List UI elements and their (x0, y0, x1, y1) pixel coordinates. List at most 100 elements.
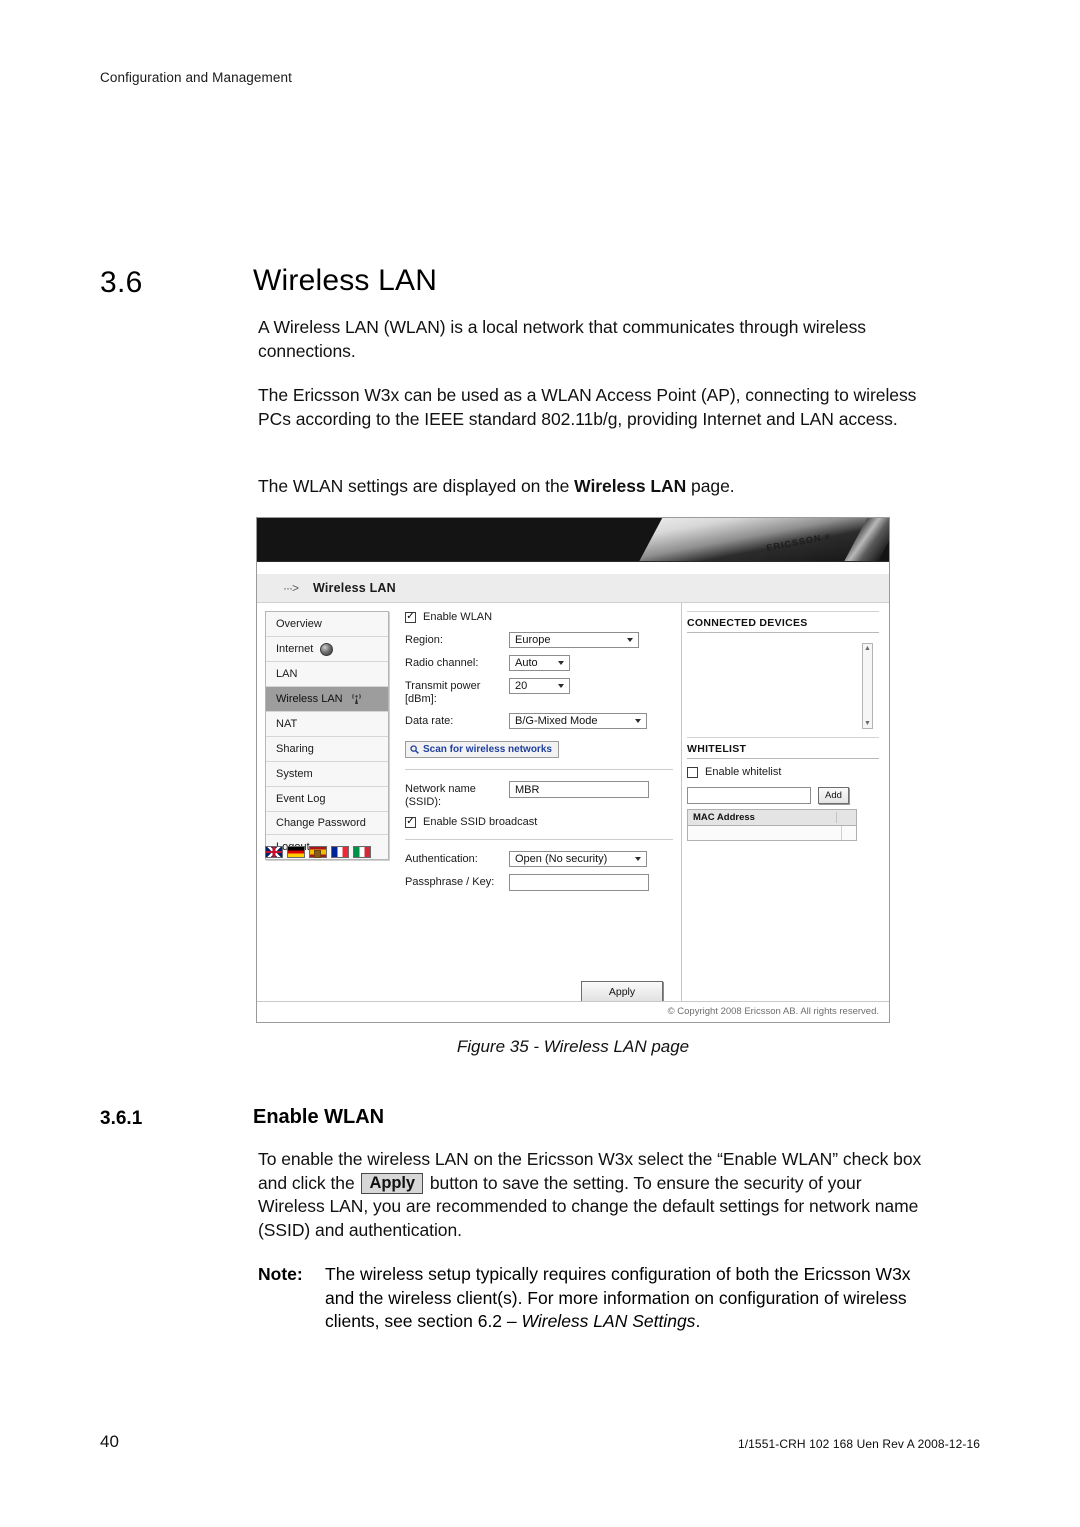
mac-address-column-label: MAC Address (693, 812, 755, 823)
sidebar-item-change-password[interactable]: Change Password (266, 812, 388, 835)
apply-button-label: Apply (608, 985, 636, 998)
router-ui-body: Overview Internet LAN Wireless LAN NAT S… (257, 603, 889, 1022)
authentication-select[interactable]: Open (No security) (509, 851, 647, 867)
radio-channel-select[interactable]: Auto (509, 655, 570, 671)
sidebar-item-label: Overview (276, 618, 322, 630)
transmit-power-row: Transmit power [dBm]: 20 (405, 678, 673, 706)
table-cell-mac (688, 826, 842, 840)
connected-devices-list: ▲ ▼ (687, 637, 879, 737)
note-block: Note: The wireless setup typically requi… (258, 1263, 930, 1334)
sidebar-item-wireless-lan[interactable]: Wireless LAN (266, 687, 388, 712)
add-button-label: Add (825, 790, 842, 801)
flag-spain-icon[interactable] (309, 846, 327, 858)
router-page-title: Wireless LAN (313, 581, 396, 595)
panel-divider (681, 603, 682, 1022)
figure-wireless-lan-page: ERICSSON ≡ ···> Wireless LAN Overview Int… (256, 517, 890, 1023)
scroll-down-icon[interactable]: ▼ (864, 719, 871, 728)
sidebar-item-label: Wireless LAN (276, 693, 343, 705)
sidebar-item-nat[interactable]: NAT (266, 712, 388, 737)
intro-paragraph-1: A Wireless LAN (WLAN) is a local network… (258, 317, 866, 361)
form-divider-1 (405, 769, 673, 770)
mac-address-input[interactable] (687, 787, 811, 804)
subsection-title: Enable WLAN (253, 1106, 385, 1128)
whitelist-title: WHITELIST (687, 737, 879, 759)
flag-germany-icon[interactable] (287, 846, 305, 858)
paragraph3-prefix: The WLAN settings are displayed on the (258, 476, 575, 496)
router-copyright: © Copyright 2008 Ericsson AB. All rights… (257, 1001, 889, 1022)
region-value: Europe (515, 634, 551, 646)
enable-wlan-row[interactable]: ✓ Enable WLAN (405, 611, 673, 623)
flag-france-icon[interactable] (331, 846, 349, 858)
enable-ssid-broadcast-checkbox[interactable]: ✓ (405, 816, 416, 828)
search-icon (410, 745, 419, 754)
passphrase-label: Passphrase / Key: (405, 876, 495, 888)
ssid-broadcast-row[interactable]: ✓ Enable SSID broadcast (405, 816, 673, 828)
data-rate-label: Data rate: (405, 715, 454, 727)
connected-devices-scrollbar[interactable]: ▲ ▼ (862, 643, 873, 729)
router-ui-banner: ERICSSON ≡ (257, 518, 889, 562)
data-rate-row: Data rate: B/G-Mixed Mode (405, 713, 673, 729)
enable-whitelist-checkbox[interactable] (687, 766, 698, 778)
sidebar-item-lan[interactable]: LAN (266, 662, 388, 687)
region-label: Region: (405, 634, 443, 646)
radio-channel-row: Radio channel: Auto (405, 655, 673, 671)
right-panels: CONNECTED DEVICES ▲ ▼ WHITELIST Enable w… (687, 611, 879, 841)
sidebar-item-label: Internet (276, 643, 314, 655)
chevron-down-icon (635, 857, 641, 861)
passphrase-input[interactable] (509, 874, 649, 891)
ssid-row: Network name (SSID): MBR (405, 781, 673, 809)
sidebar-item-sharing[interactable]: Sharing (266, 737, 388, 762)
figure-caption: Figure 35 - Wireless LAN page (456, 1037, 690, 1056)
scan-button-label: Scan for wireless networks (423, 744, 552, 755)
data-rate-select[interactable]: B/G-Mixed Mode (509, 713, 647, 729)
subsection-body: To enable the wireless LAN on the Ericss… (258, 1148, 930, 1242)
running-header: Configuration and Management (100, 70, 292, 85)
paragraph3-bold: Wireless LAN (574, 476, 687, 496)
router-page-titlebar: ···> Wireless LAN (257, 574, 889, 603)
ericsson-logo-mark: ≡ (823, 530, 831, 543)
page-title: Wireless LAN (253, 264, 438, 297)
sidebar-item-system[interactable]: System (266, 762, 388, 787)
language-flag-selector (265, 846, 383, 858)
note-part2: . (695, 1311, 701, 1331)
sidebar-item-label: Sharing (276, 743, 314, 755)
subsection-number: 3.6.1 (100, 1108, 143, 1129)
enable-wlan-checkbox[interactable]: ✓ (405, 611, 416, 623)
globe-icon (320, 642, 334, 656)
sidebar-item-label: Change Password (276, 817, 366, 829)
page-number: 40 (100, 1432, 119, 1451)
note-italic-reference: Wireless LAN Settings (521, 1311, 696, 1331)
paragraph3-suffix: page. (686, 476, 735, 496)
sidebar-item-event-log[interactable]: Event Log (266, 787, 388, 812)
authentication-label: Authentication: (405, 853, 478, 865)
flag-italy-icon[interactable] (353, 846, 371, 858)
document-id: 1/1551-CRH 102 168 Uen Rev A 2008-12-16 (737, 1437, 980, 1451)
authentication-row: Authentication: Open (No security) (405, 851, 673, 867)
chevron-down-icon (558, 661, 564, 665)
add-button[interactable]: Add (818, 787, 849, 804)
transmit-power-select[interactable]: 20 (509, 678, 570, 694)
authentication-value: Open (No security) (515, 853, 608, 865)
chevron-down-icon (635, 719, 641, 723)
ssid-value: MBR (515, 783, 540, 796)
column-resize-handle[interactable] (836, 812, 851, 823)
inline-apply-button-reference: Apply (361, 1172, 424, 1194)
region-select[interactable]: Europe (509, 632, 639, 648)
enable-whitelist-row[interactable]: Enable whitelist (687, 766, 879, 778)
sidebar-item-internet[interactable]: Internet (266, 637, 388, 662)
enable-whitelist-label: Enable whitelist (705, 766, 782, 778)
wifi-antenna-icon (351, 693, 361, 704)
apply-button[interactable]: Apply (581, 981, 663, 1002)
flag-uk-icon[interactable] (265, 846, 283, 858)
scroll-up-icon[interactable]: ▲ (864, 644, 871, 653)
dotted-arrow-icon: ···> (283, 581, 299, 595)
wireless-settings-form: ✓ Enable WLAN Region: Europe Radio chann… (405, 611, 673, 898)
ssid-input[interactable]: MBR (509, 781, 649, 798)
form-divider-2 (405, 839, 673, 840)
note-body: The wireless setup typically requires co… (325, 1263, 930, 1334)
sidebar-item-overview[interactable]: Overview (266, 612, 388, 637)
chevron-down-icon (627, 638, 633, 642)
sidebar-item-label: Event Log (276, 793, 326, 805)
scan-for-wireless-networks-button[interactable]: Scan for wireless networks (405, 741, 559, 758)
data-rate-value: B/G-Mixed Mode (515, 715, 598, 727)
